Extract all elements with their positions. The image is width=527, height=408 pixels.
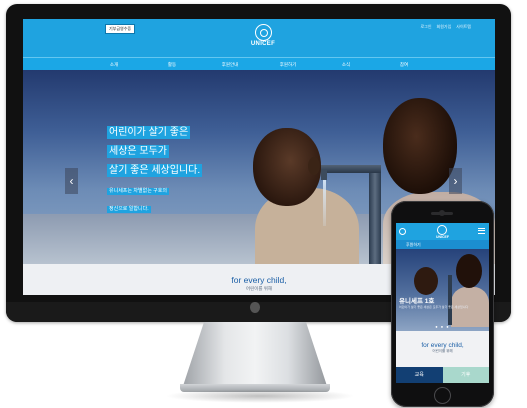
tile-climate[interactable]: 기후 <box>442 367 489 383</box>
unicef-globe-icon[interactable] <box>437 225 447 235</box>
signup-link[interactable]: 회원가입 <box>437 24 452 30</box>
iphone-device: UNICEF 후원하기 유니세프 1호 어린이가 살기 좋은 세상은 모두가 살… <box>391 201 494 407</box>
hero-sub-line-2: 정신으로 일합니다. <box>107 206 151 213</box>
mobile-hero-headline: 유니세프 1호 <box>399 298 435 305</box>
brand-name: UNICEF <box>250 41 276 47</box>
hero-headline-line-3: 살기 좋은 세상입니다. <box>107 164 203 177</box>
apple-logo-icon <box>250 302 260 313</box>
nav-item-about[interactable]: 소개 <box>85 62 143 68</box>
mobile-mission-subtitle: 어린이를 위해 <box>432 349 453 353</box>
home-button[interactable] <box>434 387 451 404</box>
carousel-dots[interactable]: ● ● ● <box>396 324 489 329</box>
mobile-hero-child-left <box>414 267 438 295</box>
mobile-category-tiles: 교육 기후 <box>396 367 489 383</box>
donation-receipt-button[interactable]: 기부금영수증 <box>105 24 136 34</box>
water-stream <box>323 180 326 226</box>
mobile-hero-banner: 유니세프 1호 어린이가 살기 좋은 세상은 모두가 살기 좋은 세상입니다 ●… <box>396 249 489 331</box>
water-tap <box>321 170 327 180</box>
mobile-website: UNICEF 후원하기 유니세프 1호 어린이가 살기 좋은 세상은 모두가 살… <box>396 223 489 383</box>
carousel-prev-button[interactable]: ‹ <box>65 168 78 194</box>
nav-item-participate[interactable]: 참여 <box>375 62 433 68</box>
nav-item-activities[interactable]: 활동 <box>143 62 201 68</box>
unicef-logo[interactable]: UNICEF <box>249 24 277 47</box>
mobile-mission-section: for every child, 어린이를 위해 <box>396 331 489 367</box>
monitor-stand <box>183 322 327 386</box>
stand-shadow <box>165 389 355 403</box>
hero-sub-line-1: 유니세프는 차별없는 구호의 <box>107 188 169 195</box>
mobile-hero-sub: 어린이가 살기 좋은 세상은 모두가 살기 좋은 세상입니다 <box>399 305 469 309</box>
mobile-brand-name: UNICEF <box>435 235 450 239</box>
water-pipe-arm <box>321 165 381 173</box>
hero-child-right-head <box>383 98 457 194</box>
hero-headline-line-2: 세상은 모두가 <box>107 145 169 158</box>
phone-camera <box>439 210 445 216</box>
site-header: 기부금영수증 로그인 회원가입 사이트맵 UNICEF <box>23 19 495 57</box>
nav-item-news[interactable]: 소식 <box>317 62 375 68</box>
hamburger-menu-icon[interactable] <box>478 228 485 234</box>
login-link[interactable]: 로그인 <box>420 24 431 30</box>
nav-item-donate[interactable]: 후원하기 <box>259 62 317 68</box>
utility-links: 로그인 회원가입 사이트맵 <box>420 24 471 30</box>
hero-tagline: 어린이가 살기 좋은 세상은 모두가 살기 좋은 세상입니다. 유니세프는 차별… <box>107 122 203 215</box>
main-nav: 소개 활동 후원안내 후원하기 소식 참여 <box>23 57 495 71</box>
mobile-water-pipe <box>448 275 452 325</box>
mobile-hero-child-right <box>456 254 482 288</box>
sitemap-link[interactable]: 사이트맵 <box>456 24 471 30</box>
hero-headline-line-1: 어린이가 살기 좋은 <box>107 126 191 139</box>
nav-item-support-info[interactable]: 후원안내 <box>201 62 259 68</box>
search-icon[interactable] <box>399 228 406 235</box>
tile-education[interactable]: 교육 <box>396 367 443 383</box>
carousel-next-button[interactable]: › <box>449 168 462 194</box>
mobile-mission-title: for every child, <box>421 342 464 349</box>
unicef-globe-icon <box>254 24 272 41</box>
mobile-nav-donate[interactable]: 후원하기 <box>396 240 489 249</box>
mobile-header: UNICEF <box>396 223 489 240</box>
water-pipe <box>369 168 381 264</box>
hero-child-left-ear <box>308 157 320 175</box>
